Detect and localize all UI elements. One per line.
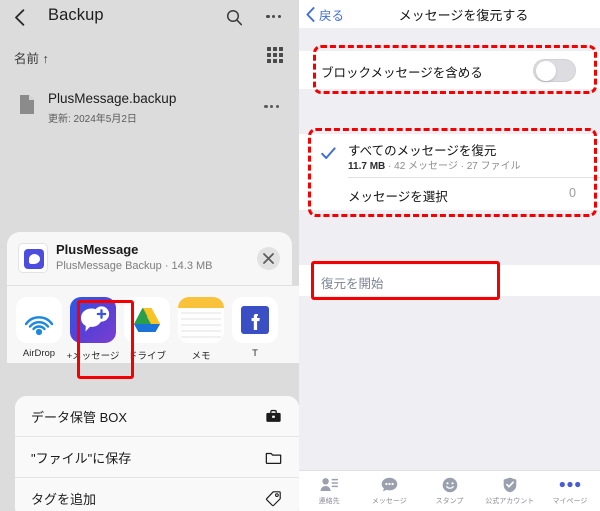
share-sheet-header: PlusMessage PlusMessage Backup · 14.3 MB bbox=[7, 232, 292, 285]
files-app-panel: Backup 名前 ↑ PlusMessage.backup 更新: 2024年… bbox=[0, 0, 299, 511]
tab-label: スタンプ bbox=[435, 497, 464, 505]
toggle-knob bbox=[535, 61, 556, 81]
sort-row: 名前 ↑ bbox=[0, 44, 299, 72]
share-app-airdrop[interactable]: AirDrop bbox=[13, 297, 65, 359]
tab-stamps[interactable]: スタンプ bbox=[419, 471, 479, 511]
tab-messages[interactable]: メッセージ bbox=[359, 471, 419, 511]
more-horizontal-icon[interactable] bbox=[266, 15, 281, 19]
share-action-label: "ファイル"に保存 bbox=[31, 450, 132, 466]
facebook-icon bbox=[232, 297, 278, 343]
notes-icon bbox=[178, 297, 224, 343]
select-messages-label: メッセージを選択 bbox=[348, 190, 448, 204]
briefcase-icon bbox=[264, 407, 283, 426]
share-app-label: T bbox=[252, 348, 258, 359]
restore-header: 戻る メッセージを復元する bbox=[299, 0, 600, 28]
page-title: Backup bbox=[48, 6, 104, 24]
share-item-title: PlusMessage bbox=[56, 242, 139, 257]
share-action-label: データ保管 BOX bbox=[31, 409, 128, 425]
screenshot-root: Backup 名前 ↑ PlusMessage.backup 更新: 2024年… bbox=[0, 0, 600, 511]
share-action-save-to-files[interactable]: "ファイル"に保存 bbox=[15, 437, 299, 478]
verified-shield-icon bbox=[503, 477, 517, 493]
back-chevron-icon[interactable] bbox=[14, 9, 25, 26]
block-message-toggle[interactable] bbox=[533, 59, 576, 82]
share-action-databox[interactable]: データ保管 BOX bbox=[15, 396, 299, 437]
share-sheet: PlusMessage PlusMessage Backup · 14.3 MB bbox=[7, 232, 299, 511]
share-app-row: AirDrop +メッセージ ドライブ メモ T bbox=[7, 285, 299, 363]
start-restore-label: 復元を開始 bbox=[321, 277, 384, 291]
checkmark-icon bbox=[321, 147, 336, 160]
tab-label: 公式アカウント bbox=[485, 497, 535, 505]
share-app-drive[interactable]: ドライブ bbox=[121, 297, 173, 362]
tab-official-account[interactable]: 公式アカウント bbox=[480, 471, 540, 511]
plusmessage-document-icon bbox=[18, 243, 48, 273]
restore-all-counts: · 42 メッセージ · 27 ファイル bbox=[385, 161, 521, 172]
restore-options-card: すべてのメッセージを復元 11.7 MB · 42 メッセージ · 27 ファイ… bbox=[299, 134, 600, 210]
share-app-facebook[interactable]: T bbox=[229, 297, 281, 359]
start-restore-row[interactable]: 復元を開始 bbox=[299, 265, 600, 296]
select-messages-row[interactable]: メッセージを選択 0 bbox=[299, 177, 600, 210]
share-action-add-tag[interactable]: タグを追加 bbox=[15, 478, 299, 511]
restore-all-size: 11.7 MB bbox=[348, 161, 386, 172]
select-messages-count: 0 bbox=[569, 186, 576, 200]
share-action-label: タグを追加 bbox=[31, 492, 97, 507]
tab-label: メッセージ bbox=[371, 497, 407, 505]
share-app-plusmessage[interactable]: +メッセージ bbox=[67, 297, 119, 362]
grid-view-icon[interactable] bbox=[267, 47, 283, 63]
share-app-label: +メッセージ bbox=[66, 351, 120, 362]
file-more-icon[interactable] bbox=[264, 105, 279, 109]
folder-icon bbox=[264, 448, 283, 467]
share-app-label: メモ bbox=[191, 351, 211, 362]
tab-label: 連絡先 bbox=[318, 497, 340, 505]
share-app-notes[interactable]: メモ bbox=[175, 297, 227, 362]
smiley-icon bbox=[442, 477, 458, 493]
search-icon[interactable] bbox=[226, 9, 243, 26]
share-item-subtitle: PlusMessage Backup · 14.3 MB bbox=[56, 260, 213, 272]
restore-all-detail: 11.7 MB · 42 メッセージ · 27 ファイル bbox=[348, 157, 521, 172]
sort-label[interactable]: 名前 ↑ bbox=[14, 48, 49, 67]
plusmessage-restore-panel: 戻る メッセージを復元する ブロックメッセージを含める すべてのメッセージを復元… bbox=[299, 0, 600, 511]
files-header: Backup bbox=[0, 0, 299, 34]
share-action-list: データ保管 BOX "ファイル"に保存 タグを追加 bbox=[15, 396, 299, 511]
file-modified-date: 更新: 2024年5月2日 bbox=[48, 114, 137, 125]
block-message-label: ブロックメッセージを含める bbox=[321, 66, 483, 80]
share-app-label: AirDrop bbox=[22, 348, 56, 359]
block-message-setting-row[interactable]: ブロックメッセージを含める bbox=[299, 51, 600, 89]
google-drive-icon bbox=[124, 297, 170, 343]
file-list-item[interactable]: PlusMessage.backup 更新: 2024年5月2日 bbox=[0, 88, 299, 130]
airdrop-icon bbox=[16, 297, 62, 343]
document-icon bbox=[19, 94, 35, 115]
contacts-icon bbox=[320, 477, 339, 493]
more-dots-icon bbox=[559, 477, 581, 493]
restore-page-title: メッセージを復元する bbox=[398, 8, 529, 23]
tab-label: マイページ bbox=[552, 497, 588, 505]
plusmessage-app-icon bbox=[70, 297, 116, 343]
tab-mypage[interactable]: マイページ bbox=[540, 471, 600, 511]
tag-icon bbox=[264, 489, 283, 508]
share-app-label: ドライブ bbox=[127, 351, 166, 362]
message-bubble-icon bbox=[381, 477, 398, 493]
bottom-tab-bar: 連絡先 メッセージ スタンプ 公式アカウント マイページ bbox=[299, 470, 600, 511]
file-name: PlusMessage.backup bbox=[48, 91, 177, 106]
tab-contacts[interactable]: 連絡先 bbox=[299, 471, 359, 511]
restore-all-row[interactable]: すべてのメッセージを復元 11.7 MB · 42 メッセージ · 27 ファイ… bbox=[299, 134, 600, 177]
close-icon[interactable] bbox=[257, 247, 280, 270]
